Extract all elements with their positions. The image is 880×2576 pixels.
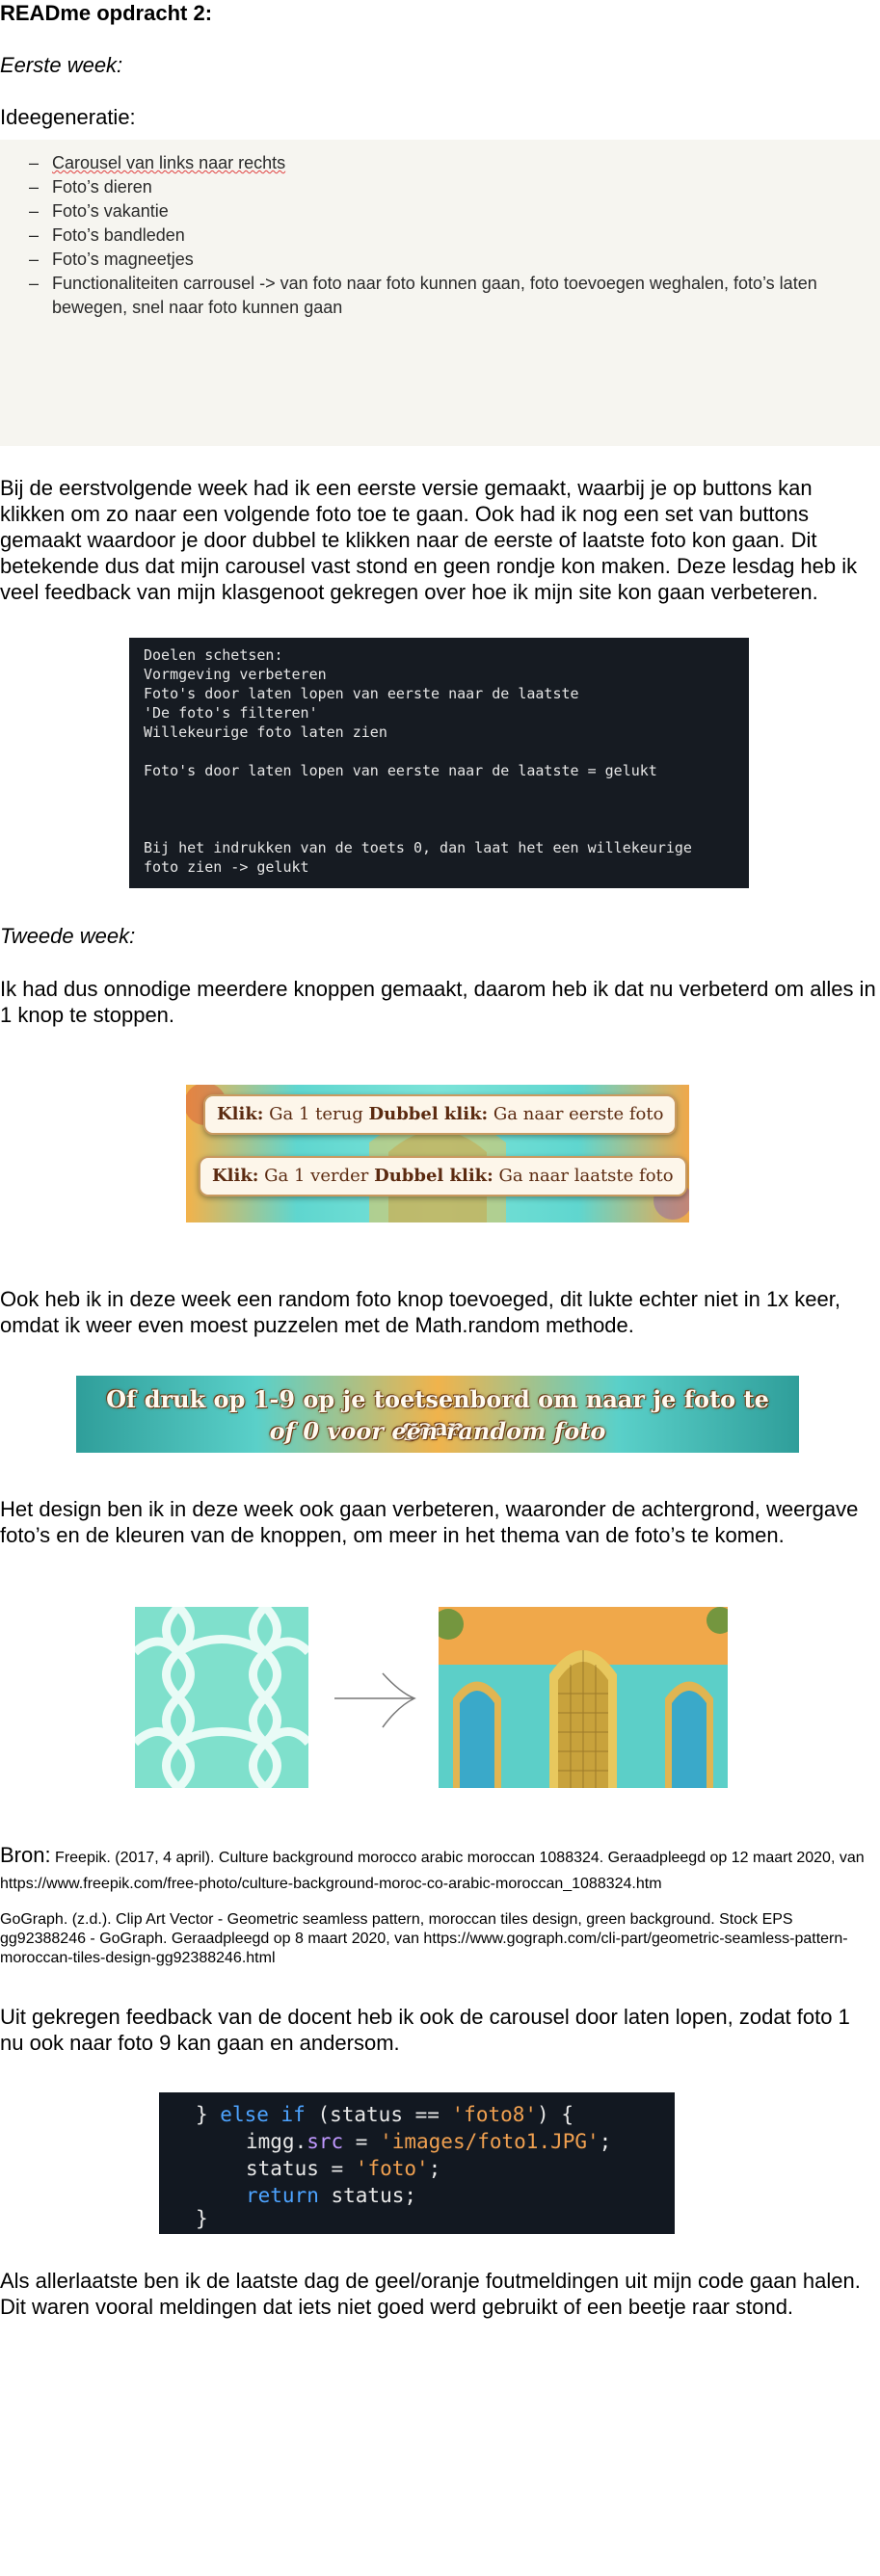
previous-button-label: Klik: Ga 1 terug Dubbel klik: Ga naar ee… — [203, 1094, 678, 1135]
goals-code-image: Doelen schetsen: Vormgeving verbeteren F… — [129, 638, 749, 888]
tile-pattern-graphic — [135, 1607, 308, 1788]
carousel-buttons-image: Klik: Ga 1 terug Dubbel klik: Ga naar ee… — [186, 1085, 689, 1222]
code-line: return status; — [246, 2184, 417, 2207]
ideation-list: Carousel van links naar rechts Foto’s di… — [29, 151, 858, 320]
source-label: Bron: — [0, 1843, 51, 1867]
week1-heading: Eerste week: — [0, 53, 123, 77]
list-item: Foto’s vakantie — [29, 199, 858, 223]
moroccan-arches-photo — [439, 1607, 728, 1788]
moroccan-tile-pattern-image — [135, 1607, 308, 1788]
code-line: Willekeurige foto laten zien — [144, 723, 387, 741]
ideation-notes-image: Carousel van links naar rechts Foto’s di… — [0, 140, 880, 446]
source-freepik: Freepik. (2017, 4 april). Culture backgr… — [0, 1850, 865, 1892]
banner-line-2: of 0 voor een random foto — [269, 1417, 606, 1445]
code-line: } — [196, 2207, 208, 2230]
list-item: Carousel van links naar rechts — [29, 151, 858, 175]
week2-heading: Tweede week: — [0, 924, 136, 948]
carousel-loop-code-image: } else if (status == 'foto8') { imgg.src… — [159, 2092, 675, 2234]
code-line: 'De foto's filteren' — [144, 704, 318, 722]
list-item: Foto’s magneetjes — [29, 248, 858, 272]
code-line: } else if (status == 'foto8') { — [196, 2103, 573, 2126]
code-line: Vormgeving verbeteren — [144, 666, 327, 683]
week1-paragraph: Bij de eerstvolgende week had ik een eer… — [0, 476, 858, 604]
keyboard-hint-banner-image: Of druk op 1-9 op je toetsenbord om naar… — [76, 1376, 799, 1453]
ideation-heading: Ideegeneratie: — [0, 105, 136, 129]
code-line: foto zien -> gelukt — [144, 858, 309, 876]
next-button-label: Klik: Ga 1 verder Dubbel klik: Ga naar l… — [199, 1156, 687, 1196]
code-line: Doelen schetsen: — [144, 646, 283, 664]
page-title: READme opdracht 2: — [0, 1, 213, 25]
week2-paragraph-4: Uit gekregen feedback van de docent heb … — [0, 2005, 850, 2055]
code-line: imgg.src = 'images/foto1.JPG'; — [246, 2130, 612, 2153]
list-item: Foto’s dieren — [29, 175, 858, 199]
code-line: Foto's door laten lopen van eerste naar … — [144, 762, 657, 779]
list-item: Foto’s bandleden — [29, 223, 858, 248]
code-line: status = 'foto'; — [246, 2157, 441, 2180]
list-item: Functionaliteiten carrousel -> van foto … — [29, 272, 858, 320]
code-line: Bij het indrukken van de toets 0, dan la… — [144, 839, 692, 856]
week2-paragraph-2: Ook heb ik in deze week een random foto … — [0, 1287, 840, 1337]
arrow-right-icon — [334, 1672, 416, 1728]
source-gograph: GoGraph. (z.d.). Clip Art Vector - Geome… — [0, 1911, 848, 1966]
week2-paragraph-3: Het design ben ik in deze week ook gaan … — [0, 1497, 859, 1547]
sources: Bron: Freepik. (2017, 4 april). Culture … — [0, 1842, 877, 1894]
week2-paragraph-1: Ik had dus onnodige meerdere knoppen gem… — [0, 977, 876, 1027]
week2-paragraph-5: Als allerlaatste ben ik de laatste dag d… — [0, 2269, 861, 2319]
code-line: Foto's door laten lopen van eerste naar … — [144, 685, 579, 702]
arches-graphic — [439, 1607, 728, 1788]
